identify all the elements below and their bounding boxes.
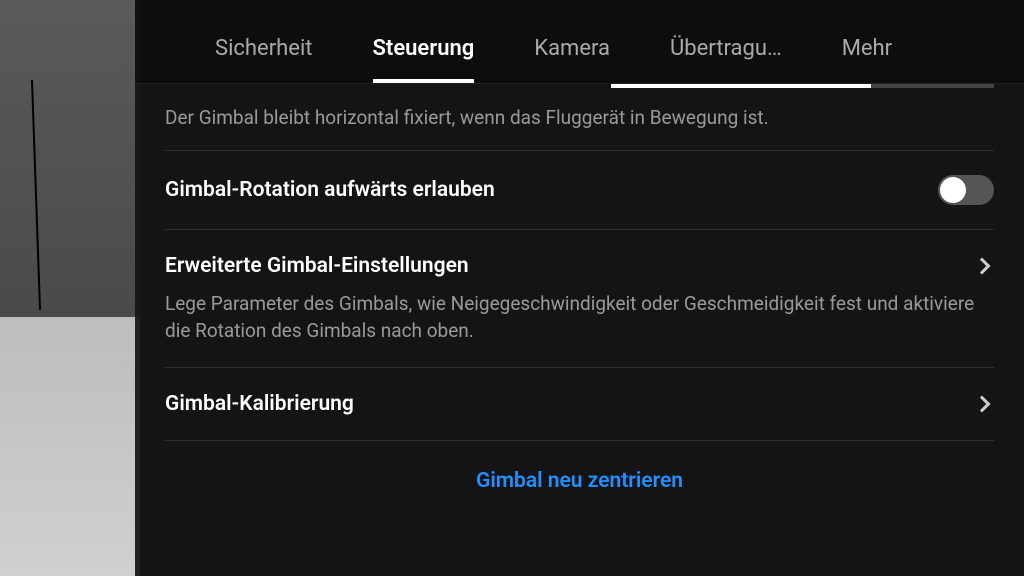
camera-preview-background	[0, 0, 140, 576]
slider-fill	[611, 84, 871, 88]
gimbal-fixed-description: Der Gimbal bleibt horizontal fixiert, we…	[165, 84, 994, 151]
chevron-right-icon	[974, 257, 991, 274]
advanced-settings-description: Lege Parameter des Gimbals, wie Neigeges…	[165, 290, 994, 368]
slider-track[interactable]	[611, 84, 994, 88]
tab-steuerung[interactable]: Steuerung	[373, 36, 475, 83]
allow-up-rotation-label: Gimbal-Rotation aufwärts erlauben	[165, 178, 495, 202]
settings-panel: Sicherheit Steuerung Kamera Übertragu… M…	[135, 0, 1024, 576]
tab-sicherheit[interactable]: Sicherheit	[215, 36, 313, 83]
calibration-label: Gimbal-Kalibrierung	[165, 392, 354, 416]
toggle-knob	[940, 177, 966, 203]
row-allow-up-rotation: Gimbal-Rotation aufwärts erlauben	[165, 151, 994, 230]
tab-mehr[interactable]: Mehr	[842, 36, 892, 83]
advanced-settings-label: Erweiterte Gimbal-Einstellungen	[165, 254, 469, 278]
row-recenter-gimbal: Gimbal neu zentrieren	[165, 441, 994, 521]
tab-uebertragung[interactable]: Übertragu…	[670, 36, 782, 83]
tab-kamera[interactable]: Kamera	[534, 36, 610, 83]
row-gimbal-calibration[interactable]: Gimbal-Kalibrierung	[165, 368, 994, 441]
recenter-gimbal-button[interactable]: Gimbal neu zentrieren	[476, 469, 683, 493]
allow-up-rotation-toggle[interactable]	[938, 175, 994, 205]
chevron-right-icon	[974, 395, 991, 412]
settings-tabs: Sicherheit Steuerung Kamera Übertragu… M…	[135, 0, 1024, 84]
row-advanced-gimbal-settings[interactable]: Erweiterte Gimbal-Einstellungen	[165, 230, 994, 290]
settings-content: Der Gimbal bleibt horizontal fixiert, we…	[135, 84, 1024, 521]
